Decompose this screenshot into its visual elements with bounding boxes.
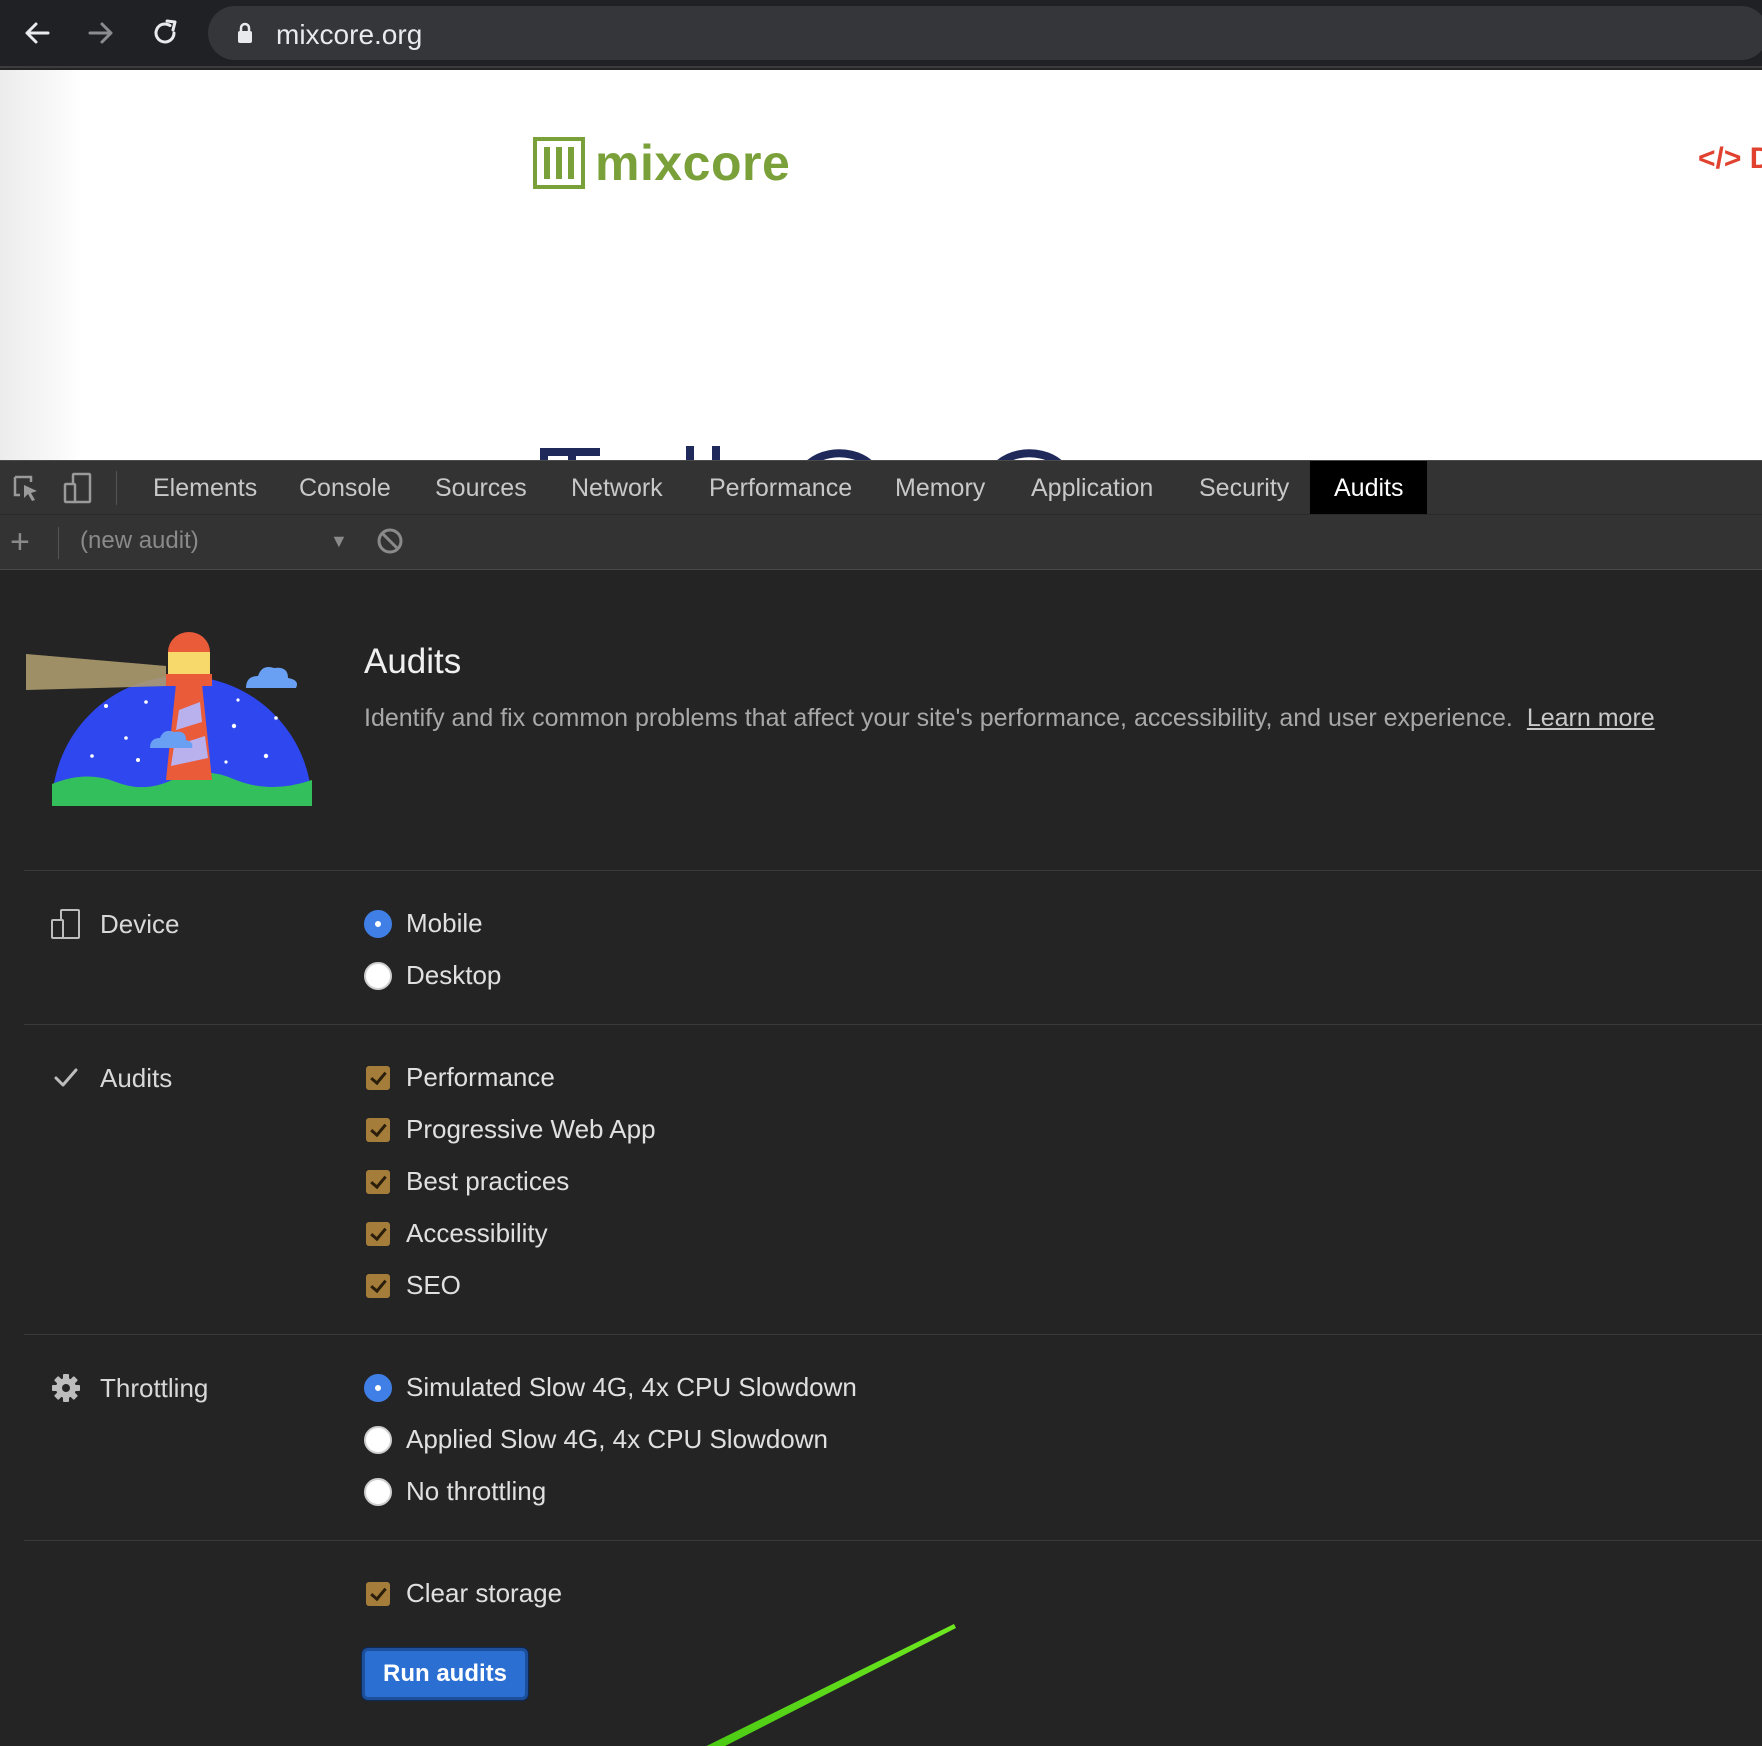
audits-panel: Audits Identify and fix common problems …	[0, 570, 1762, 1746]
section-divider	[24, 870, 1762, 871]
tab-application[interactable]: Application	[1007, 461, 1177, 515]
lighthouse-logo-icon	[26, 632, 312, 806]
audits-label: Audits	[100, 1062, 173, 1093]
tab-elements[interactable]: Elements	[129, 461, 281, 515]
devtools-tab-bar: Elements Console Sources Network Perform…	[0, 460, 1762, 515]
device-section-label: Device	[50, 908, 179, 940]
radio-mobile[interactable]	[364, 909, 392, 938]
audit-option-pwa[interactable]: Progressive Web App	[364, 1114, 656, 1145]
audit-report-select[interactable]: (new audit)	[80, 527, 199, 555]
tab-sources[interactable]: Sources	[411, 461, 551, 515]
clear-icon	[377, 528, 403, 554]
device-option-desktop[interactable]: Desktop	[364, 960, 501, 991]
tab-performance[interactable]: Performance	[685, 461, 876, 515]
clear-storage-option[interactable]: Clear storage	[364, 1578, 562, 1609]
inspect-element-button[interactable]	[8, 471, 44, 505]
top-right-mark[interactable]: </> D	[1698, 142, 1762, 176]
radio-applied[interactable]	[364, 1425, 392, 1454]
logo-text: mixcore	[595, 135, 791, 191]
site-logo[interactable]: mixcore	[533, 134, 790, 192]
toolbar-divider	[116, 471, 117, 505]
option-label: Simulated Slow 4G, 4x CPU Slowdown	[406, 1372, 857, 1402]
audit-option-seo[interactable]: SEO	[364, 1270, 461, 1301]
arrow-right-icon	[88, 22, 113, 44]
option-label: Applied Slow 4G, 4x CPU Slowdown	[406, 1424, 828, 1454]
toolbar-divider	[58, 527, 59, 559]
tab-network[interactable]: Network	[547, 461, 687, 515]
device-option-mobile[interactable]: Mobile	[364, 908, 483, 939]
audit-option-performance[interactable]: Performance	[364, 1062, 555, 1093]
device-label: Device	[100, 908, 180, 939]
throttling-option-none[interactable]: No throttling	[364, 1476, 546, 1507]
option-label: No throttling	[406, 1476, 547, 1506]
tab-audits[interactable]: Audits	[1310, 461, 1428, 515]
tab-console[interactable]: Console	[275, 461, 415, 515]
run-audits-button[interactable]: Run audits	[362, 1648, 528, 1700]
section-divider	[24, 1024, 1762, 1025]
back-button[interactable]	[14, 10, 60, 56]
audits-section-label: Audits	[50, 1062, 172, 1094]
page-viewport: mixcore </> D	[0, 70, 1762, 460]
clear-all-button[interactable]	[376, 527, 404, 560]
throttling-option-simulated[interactable]: Simulated Slow 4G, 4x CPU Slowdown	[364, 1372, 857, 1403]
checkmark-icon	[50, 1062, 82, 1094]
option-label: Performance	[406, 1062, 555, 1092]
radio-desktop[interactable]	[364, 961, 392, 990]
section-divider	[24, 1334, 1762, 1335]
option-label: Progressive Web App	[406, 1114, 656, 1144]
throttling-section-label: Throttling	[50, 1372, 208, 1404]
option-label: Clear storage	[406, 1578, 563, 1608]
mixcore-logo-icon	[533, 137, 585, 189]
checkbox-clear-storage[interactable]	[366, 1581, 390, 1606]
page-shadow	[0, 70, 80, 460]
audit-option-best-practices[interactable]: Best practices	[364, 1166, 569, 1197]
checkbox-accessibility[interactable]	[366, 1221, 390, 1246]
tab-security[interactable]: Security	[1175, 461, 1313, 515]
lock-icon	[236, 22, 254, 49]
checkbox-best-practices[interactable]	[366, 1169, 390, 1194]
option-label: Desktop	[406, 960, 502, 990]
device-icon	[63, 472, 92, 504]
device-toolbar-button[interactable]	[60, 471, 96, 505]
tab-memory[interactable]: Memory	[871, 461, 1009, 515]
reload-button[interactable]	[142, 10, 188, 56]
arrow-left-icon	[25, 22, 50, 44]
lighthouse-illustration	[26, 630, 316, 811]
throttling-option-applied[interactable]: Applied Slow 4G, 4x CPU Slowdown	[364, 1424, 828, 1455]
page-heading-clipped	[540, 438, 1140, 460]
description-text: Identify and fix common problems that af…	[364, 704, 1513, 732]
checkbox-performance[interactable]	[366, 1065, 390, 1090]
checkbox-pwa[interactable]	[366, 1117, 390, 1142]
option-label: SEO	[406, 1270, 461, 1300]
url-text: mixcore.org	[276, 19, 423, 50]
add-audit-button[interactable]: +	[10, 523, 30, 561]
audit-option-accessibility[interactable]: Accessibility	[364, 1218, 548, 1249]
panel-description: Identify and fix common problems that af…	[364, 704, 1655, 733]
option-label: Accessibility	[406, 1218, 548, 1248]
option-label: Best practices	[406, 1166, 570, 1196]
annotation-arrow	[620, 1620, 960, 1746]
dropdown-caret-icon: ▼	[330, 531, 348, 551]
audits-toolbar: + (new audit) ▼	[0, 514, 1762, 570]
option-label: Mobile	[406, 908, 483, 938]
section-divider	[24, 1540, 1762, 1541]
gear-icon	[50, 1372, 82, 1404]
browser-toolbar: mixcore.org	[0, 0, 1762, 68]
learn-more-link[interactable]: Learn more	[1527, 704, 1655, 732]
reload-icon	[154, 19, 177, 44]
throttling-label: Throttling	[100, 1372, 209, 1403]
device-icon	[50, 908, 82, 940]
panel-title: Audits	[364, 642, 462, 681]
checkbox-seo[interactable]	[366, 1273, 390, 1298]
radio-no-throttling[interactable]	[364, 1477, 392, 1506]
forward-button[interactable]	[78, 10, 124, 56]
radio-simulated[interactable]	[364, 1373, 392, 1402]
inspect-cursor-icon	[13, 475, 37, 501]
address-bar[interactable]: mixcore.org	[208, 6, 1762, 60]
